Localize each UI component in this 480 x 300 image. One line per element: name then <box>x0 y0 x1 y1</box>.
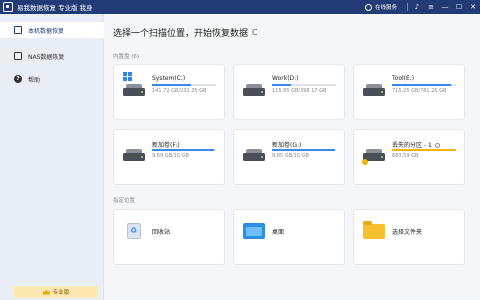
page-title-text: 选择一个扫描位置，开始恢复数据 <box>113 29 249 39</box>
location-label: 回收站 <box>152 229 171 236</box>
hard-drive-icon <box>123 84 145 96</box>
location-card-recycle-bin[interactable]: 回收站 <box>113 209 225 265</box>
pro-edition-button[interactable]: 专业版 <box>14 286 98 298</box>
usage-bar <box>392 84 456 86</box>
hard-drive-icon <box>123 149 145 161</box>
drive-card-c[interactable]: System(C:) 141.72 GB/232.35 GB <box>113 64 225 120</box>
sidebar-item-help[interactable]: ? 帮助 <box>0 71 104 87</box>
usage-bar <box>152 149 216 151</box>
refresh-icon[interactable]: C <box>252 28 258 37</box>
drive-size: 9.69 GB/10 GB <box>152 153 189 159</box>
drive-name: Work(D:) <box>272 75 299 82</box>
hard-drive-icon <box>363 84 385 96</box>
usage-bar-fill <box>152 84 192 86</box>
window-controls: 在线服务 ♪ ≡ — ☐ ✕ <box>364 0 480 14</box>
sidebar-item-local-recovery[interactable]: 本机数据恢复 <box>0 22 104 38</box>
divider <box>407 3 408 11</box>
page-title: 选择一个扫描位置，开始恢复数据 C <box>113 26 258 39</box>
maximize-button[interactable]: ☐ <box>452 0 466 14</box>
pro-edition-label: 专业版 <box>52 290 70 296</box>
desktop-icon <box>243 223 265 239</box>
hard-drive-icon <box>243 84 265 96</box>
usage-bar-fill <box>392 149 456 151</box>
headset-icon <box>364 3 372 11</box>
info-icon[interactable] <box>434 143 440 148</box>
usage-bar <box>152 84 216 86</box>
sidebar: 本机数据恢复 NAS数据恢复 ? 帮助 专业版 <box>0 14 104 300</box>
drive-size: 683.59 GB <box>392 153 419 159</box>
location-card-desktop[interactable]: 桌面 <box>233 209 345 265</box>
drive-size: 9.85 GB/10 GB <box>272 153 309 159</box>
drives-section-label: 内置盘 (6) <box>113 54 140 60</box>
menu-button[interactable]: ≡ <box>424 0 438 14</box>
main-content: 选择一个扫描位置，开始恢复数据 C 内置盘 (6) System(C:) 141… <box>105 14 480 300</box>
online-service-label: 在线服务 <box>374 5 397 11</box>
drive-card-lost-partition[interactable]: 丢失的分区 - 1 683.59 GB <box>353 129 465 185</box>
usage-bar <box>272 149 336 151</box>
drive-card-d[interactable]: Work(D:) 115.85 GB/398.17 GB <box>233 64 345 120</box>
title-bar: 易我数据恢复 专业版 我身 在线服务 ♪ ≡ — ☐ ✕ <box>0 0 480 14</box>
usage-bar-fill <box>272 84 291 86</box>
hard-drive-icon <box>243 149 265 161</box>
nas-icon <box>14 52 22 60</box>
windows-icon <box>123 72 132 81</box>
drive-size: 141.72 GB/232.35 GB <box>152 88 207 94</box>
drive-card-g[interactable]: 新加卷(G:) 9.85 GB/10 GB <box>233 129 345 185</box>
drive-name: System(C:) <box>152 75 186 82</box>
crown-icon <box>42 289 50 295</box>
location-card-choose-folder[interactable]: 选择文件夹 <box>353 209 465 265</box>
sidebar-item-label: 帮助 <box>28 76 41 84</box>
folder-icon <box>363 221 385 239</box>
drive-card-e[interactable]: Tool(E:) 715.25 GB/781.25 GB <box>353 64 465 120</box>
minimize-button[interactable]: — <box>438 0 452 14</box>
computer-icon <box>14 26 22 34</box>
warning-badge-icon <box>362 159 368 165</box>
sidebar-item-label: NAS数据恢复 <box>28 53 65 61</box>
usage-bar-fill <box>152 149 215 151</box>
drive-size: 715.25 GB/781.25 GB <box>392 88 447 94</box>
drive-name: 新加卷(G:) <box>272 142 302 149</box>
sidebar-item-nas-recovery[interactable]: NAS数据恢复 <box>0 48 104 64</box>
usage-bar <box>392 149 456 151</box>
window-title: 易我数据恢复 专业版 我身 <box>17 4 93 12</box>
location-label: 桌面 <box>272 229 285 236</box>
usage-bar-fill <box>272 149 335 151</box>
location-label: 选择文件夹 <box>392 229 423 236</box>
help-icon: ? <box>14 75 22 83</box>
recycle-bin-icon <box>127 223 141 239</box>
drive-name: 丢失的分区 - 1 <box>392 140 440 149</box>
locations-section-label: 指定位置 <box>113 198 136 204</box>
app-logo-icon <box>3 2 13 12</box>
online-service-button[interactable]: 在线服务 <box>364 3 397 11</box>
usage-bar-fill <box>392 84 451 86</box>
shirt-icon[interactable]: ♪ <box>410 0 424 14</box>
drive-card-f[interactable]: 新加卷(F:) 9.69 GB/10 GB <box>113 129 225 185</box>
sidebar-item-label: 本机数据恢复 <box>28 27 65 35</box>
close-button[interactable]: ✕ <box>466 0 480 14</box>
drive-size: 115.85 GB/398.17 GB <box>272 88 327 94</box>
usage-bar <box>272 84 336 86</box>
drive-name-text: 丢失的分区 - 1 <box>392 142 432 149</box>
drive-name: 新加卷(F:) <box>152 142 180 149</box>
drive-name: Tool(E:) <box>392 75 415 82</box>
